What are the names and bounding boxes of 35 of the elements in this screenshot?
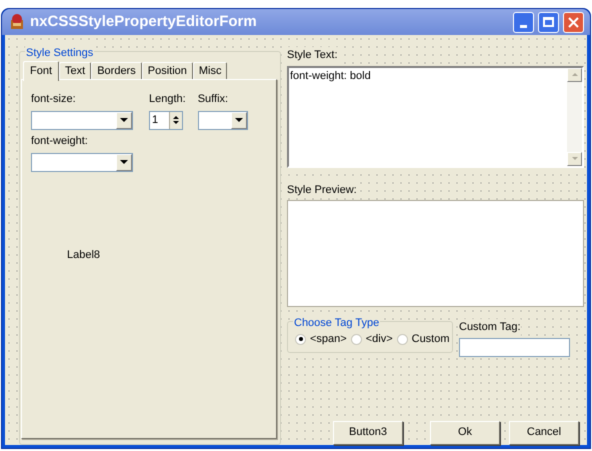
radio-label[interactable]: <span> <box>310 331 347 348</box>
radio-label[interactable]: <div> <box>366 331 393 348</box>
minimize-button[interactable] <box>513 12 534 32</box>
field-label: font-size: <box>31 92 77 107</box>
field-label: Style Preview: <box>287 182 357 198</box>
custom-tag-field[interactable] <box>459 338 570 356</box>
close-icon <box>568 16 579 28</box>
push-button[interactable]: Button3 <box>333 420 403 444</box>
font-size-dropdown[interactable] <box>31 110 133 130</box>
tab[interactable]: Position <box>142 62 193 80</box>
field-label: Length: <box>149 92 186 107</box>
app-icon <box>8 13 26 31</box>
close-button[interactable] <box>563 12 584 32</box>
push-button[interactable]: Ok <box>430 420 500 444</box>
field-label: Suffix: <box>198 92 230 107</box>
tab[interactable]: Misc <box>192 62 228 80</box>
style-text-area[interactable]: font-weight: bold <box>287 66 584 168</box>
field-label: Custom Tag: <box>459 319 521 336</box>
scrollbar[interactable] <box>567 68 582 166</box>
font-weight-dropdown[interactable] <box>31 152 133 172</box>
group-title: Choose Tag Type <box>293 315 380 332</box>
length-spinner[interactable]: 1 <box>149 110 183 130</box>
push-button[interactable]: Cancel <box>509 420 579 444</box>
tab[interactable]: Borders <box>91 62 142 80</box>
radio-label[interactable]: Custom <box>412 331 450 348</box>
field-label: font-weight: <box>31 134 89 149</box>
tab[interactable]: Text <box>59 62 92 80</box>
spin-icon[interactable] <box>169 112 182 128</box>
tab[interactable]: Font <box>23 61 60 81</box>
group-title: Style Settings <box>25 45 94 62</box>
maximize-button[interactable] <box>538 12 559 32</box>
label: Label8 <box>67 248 100 263</box>
suffix-dropdown[interactable] <box>198 110 248 130</box>
field-label: Style Text: <box>287 47 338 64</box>
window-title: nxCSSStylePropertyEditorForm <box>30 12 258 32</box>
